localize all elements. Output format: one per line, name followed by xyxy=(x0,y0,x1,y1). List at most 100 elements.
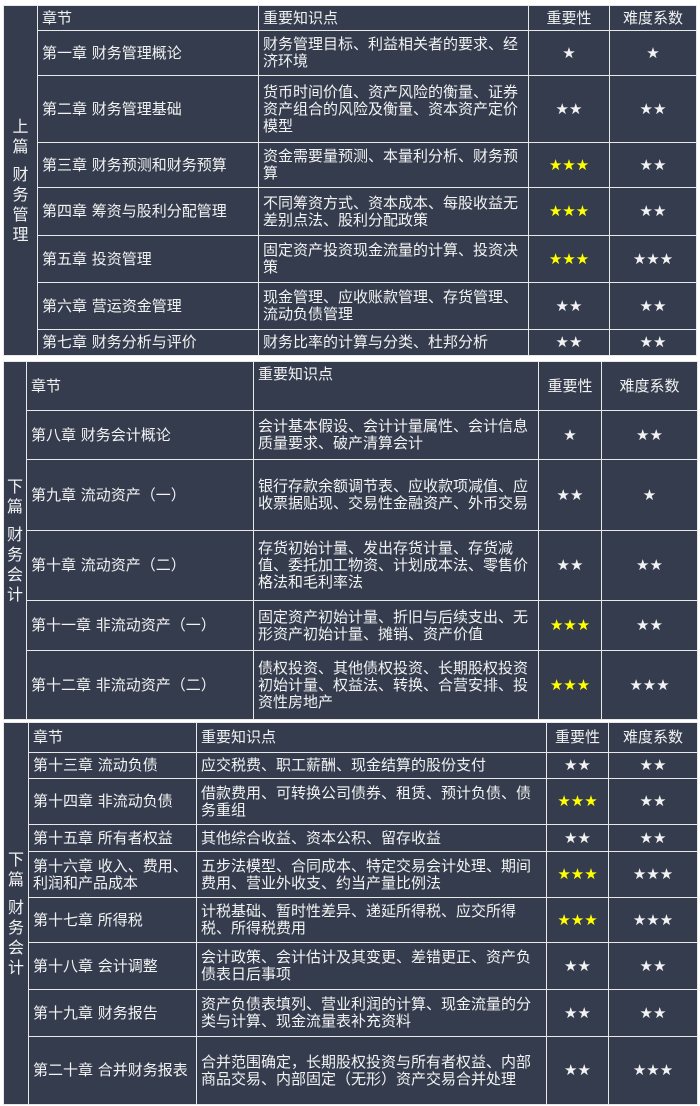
header-importance: 重要性 xyxy=(546,722,609,753)
section-label-char: 会 xyxy=(6,564,23,584)
importance-stars: ★★★ xyxy=(546,897,609,943)
table-row: 第十七章 所得税 计税基础、暂时性差异、递延所得税、应交所得税、所得税费用 ★★★ ★… xyxy=(4,897,698,943)
table-row: 第十五章 所有者权益 其他综合收益、资本公积、留存收益 ★★ ★★ xyxy=(4,824,698,852)
header-chapter: 章节 xyxy=(28,722,197,753)
section-label-char: 计 xyxy=(6,584,23,604)
section-label-char: 财 xyxy=(12,164,29,184)
table-row: 第一章 财务管理概论 财务管理目标、利益相关者的要求、经济环境 ★ ★ xyxy=(4,30,697,76)
table-row: 第七章 财务分析与评价 财务比率的计算与分类、杜邦分析 ★★ ★★ xyxy=(4,329,697,356)
chapter-cell: 第一章 财务管理概论 xyxy=(37,30,259,76)
table-row: 第五章 投资管理 固定资产投资现金流量的计算、投资决策 ★★★ ★★★ xyxy=(4,235,697,283)
table-row: 第六章 营运资金管理 现金管理、应收账款管理、存货管理、流动负债管理 ★★ ★★ xyxy=(4,282,697,330)
importance-stars: ★★★ xyxy=(546,778,609,825)
chapter-cell: 第七章 财务分析与评价 xyxy=(37,329,259,356)
header-row: 下篇财务会计章节 重要知识点 重要性 难度系数 xyxy=(3,361,698,720)
header-row: 上篇财务管理章节 重要知识点 重要性 难度系数 xyxy=(3,5,697,356)
knowledge-points-cell: 财务比率的计算与分类、杜邦分析 xyxy=(258,329,529,356)
table-row: 第十九章 财务报告 资产负债表填列、营业利润的计算、现金流量的分类与计算、现金流量… xyxy=(4,989,698,1037)
chapter-cell: 第十章 流动资产（二） xyxy=(26,530,254,601)
table-row: 第十三章 流动负债 应交税费、职工薪酬、现金结算的股份支付 ★★ ★★ xyxy=(4,752,698,779)
table-row: 第十一章 非流动资产（一） 固定资产初始计量、折旧与后续支出、无形资产初始计量、摊… xyxy=(4,600,698,651)
difficulty-stars: ★★★ xyxy=(608,851,698,898)
chapter-cell: 第三章 财务预测和财务预算 xyxy=(37,142,259,188)
difficulty-stars: ★★ xyxy=(608,752,698,779)
section-label-char xyxy=(6,157,35,165)
importance-stars: ★★ xyxy=(546,752,609,779)
chapter-cell: 第五章 投资管理 xyxy=(37,235,259,283)
table-row: 第十章 流动资产（二） 存货初始计量、发出存货计量、存货减值、委托加工物资、计划成… xyxy=(4,530,698,601)
header-points: 重要知识点 xyxy=(253,361,539,411)
table-row: 第二十章 合并财务报表 合并范围确定，长期股权投资与所有者权益、内部商品交易、内部… xyxy=(4,1036,698,1105)
section-label-char: 管 xyxy=(12,204,29,224)
knowledge-points-cell: 五步法模型、合同成本、特定交易会计处理、期间费用、营业外收支、约当产量比例法 xyxy=(196,851,547,898)
difficulty-stars: ★★ xyxy=(601,530,698,601)
knowledge-points-cell: 存货初始计量、发出存货计量、存货减值、委托加工物资、计划成本法、零售价格法和毛利… xyxy=(253,530,539,601)
importance-stars: ★★★ xyxy=(538,650,602,720)
knowledge-points-cell: 固定资产投资现金流量的计算、投资决策 xyxy=(258,235,529,283)
importance-stars: ★★★ xyxy=(528,235,610,283)
chapter-cell: 第六章 营运资金管理 xyxy=(37,282,259,330)
section-label: 下篇财务会计 xyxy=(3,361,27,720)
table-part1-financial-management: 上篇财务管理章节 重要知识点 重要性 难度系数 第一章 财务管理概论 财务管理目标、利益相… xyxy=(3,5,697,356)
chapter-cell: 第十八章 会计调整 xyxy=(28,942,197,990)
knowledge-points-cell: 借款费用、可转换公司债券、租赁、预计负债、债务重组 xyxy=(196,778,547,825)
section-label: 下篇财务会计 xyxy=(3,722,29,1105)
knowledge-points-cell: 资金需要量预测、本量利分析、财务预算 xyxy=(258,142,529,188)
difficulty-stars: ★★ xyxy=(609,75,697,143)
knowledge-points-cell: 现金管理、应收账款管理、存货管理、流动负债管理 xyxy=(258,282,529,330)
section-label-char xyxy=(6,517,24,525)
importance-stars: ★★ xyxy=(546,942,609,990)
section-label-char: 理 xyxy=(12,224,29,244)
knowledge-points-cell: 债权投资、其他债权投资、长期股权投资初始计量、权益法、转换、合营安排、投资性房地… xyxy=(253,650,539,720)
chapter-cell: 第十一章 非流动资产（一） xyxy=(26,600,254,651)
difficulty-stars: ★★ xyxy=(608,778,698,825)
difficulty-stars: ★ xyxy=(601,459,698,531)
chapter-cell: 第十七章 所得税 xyxy=(28,897,197,943)
difficulty-stars: ★★ xyxy=(609,329,697,356)
difficulty-stars: ★★★ xyxy=(609,235,697,283)
knowledge-points-cell: 合并范围确定，长期股权投资与所有者权益、内部商品交易、内部固定（无形）资产交易合… xyxy=(196,1036,547,1105)
table-row: 第十四章 非流动负债 借款费用、可转换公司债券、租赁、预计负债、债务重组 ★★★ ★★ xyxy=(4,778,698,825)
difficulty-stars: ★★ xyxy=(601,410,698,460)
knowledge-points-cell: 应交税费、职工薪酬、现金结算的股份支付 xyxy=(196,752,547,779)
header-points: 重要知识点 xyxy=(196,722,547,753)
difficulty-stars: ★ xyxy=(609,30,697,76)
difficulty-stars: ★★★ xyxy=(608,897,698,943)
chapter-cell: 第九章 流动资产（一） xyxy=(26,459,254,531)
knowledge-points-cell: 计税基础、暂时性差异、递延所得税、应交所得税、所得税费用 xyxy=(196,897,547,943)
section-label-char: 务 xyxy=(12,184,29,204)
difficulty-stars: ★★ xyxy=(608,942,698,990)
chapter-cell: 第十五章 所有者权益 xyxy=(28,824,197,852)
table-row: 第十二章 非流动资产（二） 债权投资、其他债权投资、长期股权投资初始计量、权益法、… xyxy=(4,650,698,720)
importance-stars: ★★ xyxy=(538,530,602,601)
table-row: 第十六章 收入、费用、利润和产品成本 五步法模型、合同成本、特定交易会计处理、期间… xyxy=(4,851,698,898)
header-points: 重要知识点 xyxy=(258,5,529,31)
header-difficulty: 难度系数 xyxy=(601,361,698,411)
section-label-char: 篇 xyxy=(7,869,24,889)
table-row: 第三章 财务预测和财务预算 资金需要量预测、本量利分析、财务预算 ★★★ ★★ xyxy=(4,142,697,188)
importance-stars: ★★ xyxy=(546,824,609,852)
chapter-cell: 第二章 财务管理基础 xyxy=(37,75,259,143)
header-importance: 重要性 xyxy=(528,5,610,31)
table-row: 第九章 流动资产（一） 银行存款余额调节表、应收款项减值、应收票据贴现、交易性金融… xyxy=(4,459,698,531)
table-part2-financial-accounting-b: 下篇财务会计章节 重要知识点 重要性 难度系数 第十三章 流动负债 应交税费、职工薪酬、现… xyxy=(3,722,698,1105)
header-difficulty: 难度系数 xyxy=(608,722,698,753)
knowledge-points-cell: 财务管理目标、利益相关者的要求、经济环境 xyxy=(258,30,529,76)
table-row: 第四章 筹资与股利分配管理 不同筹资方式、资本成本、每股收益无差别点法、股利分配政… xyxy=(4,187,697,236)
importance-stars: ★★ xyxy=(528,282,610,330)
knowledge-points-cell: 会计基本假设、会计计量属性、会计信息质量要求、破产清算会计 xyxy=(253,410,539,460)
knowledge-points-cell: 其他综合收益、资本公积、留存收益 xyxy=(196,824,547,852)
section-label-char: 财 xyxy=(7,897,24,917)
importance-stars: ★ xyxy=(528,30,610,76)
section-label-char xyxy=(6,890,26,898)
difficulty-stars: ★★ xyxy=(608,824,698,852)
section-label-char: 篇 xyxy=(6,496,23,516)
importance-stars: ★★ xyxy=(528,329,610,356)
importance-stars: ★★★ xyxy=(528,142,610,188)
difficulty-stars: ★★ xyxy=(609,142,697,188)
table-row: 第十八章 会计调整 会计政策、会计估计及其变更、差错更正、资产负债表日后事项 ★★ ★… xyxy=(4,942,698,990)
header-importance: 重要性 xyxy=(538,361,602,411)
chapter-cell: 第十二章 非流动资产（二） xyxy=(26,650,254,720)
knowledge-points-cell: 资产负债表填列、营业利润的计算、现金流量的分类与计算、现金流量表补充资料 xyxy=(196,989,547,1037)
importance-stars: ★★★ xyxy=(538,600,602,651)
